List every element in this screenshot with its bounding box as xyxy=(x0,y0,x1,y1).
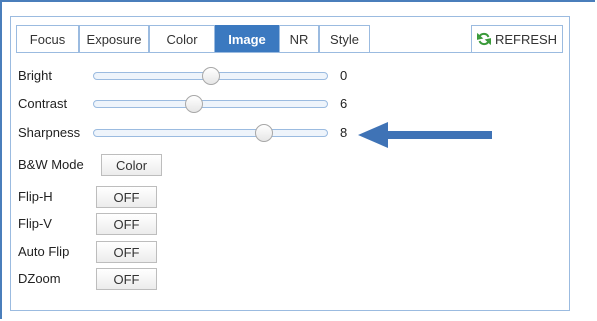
image-settings-panel: Focus Exposure Color Image NR Style REFR… xyxy=(10,16,570,311)
tab-focus[interactable]: Focus xyxy=(16,25,79,52)
refresh-label: REFRESH xyxy=(494,31,558,47)
contrast-label: Contrast xyxy=(18,96,68,111)
sharpness-value: 8 xyxy=(340,125,348,140)
flip-v-label: Flip-V xyxy=(18,216,52,231)
bright-label: Bright xyxy=(18,68,52,83)
tab-bar: Focus Exposure Color Image NR Style REFR… xyxy=(16,25,563,53)
annotation-arrow-icon xyxy=(358,122,492,148)
flip-v-button[interactable]: OFF xyxy=(96,213,157,235)
tab-color[interactable]: Color xyxy=(149,25,215,52)
refresh-button[interactable]: REFRESH xyxy=(471,25,563,52)
dzoom-label: DZoom xyxy=(18,271,61,286)
auto-flip-label: Auto Flip xyxy=(18,244,70,259)
auto-flip-button[interactable]: OFF xyxy=(96,241,157,263)
bw-mode-button[interactable]: Color xyxy=(101,154,162,176)
tab-style[interactable]: Style xyxy=(319,25,370,52)
sharpness-slider-thumb[interactable] xyxy=(255,124,274,142)
bright-slider[interactable] xyxy=(93,67,328,85)
tab-nr[interactable]: NR xyxy=(279,25,319,52)
bw-mode-label: B&W Mode xyxy=(18,157,84,172)
dzoom-button[interactable]: OFF xyxy=(96,268,157,290)
contrast-slider-thumb[interactable] xyxy=(185,95,204,113)
tab-image[interactable]: Image xyxy=(215,25,279,52)
sharpness-slider[interactable] xyxy=(93,124,328,142)
refresh-icon xyxy=(476,32,492,46)
flip-h-button[interactable]: OFF xyxy=(96,186,157,208)
bright-slider-thumb[interactable] xyxy=(201,67,220,85)
tab-exposure[interactable]: Exposure xyxy=(79,25,149,52)
bright-value: 0 xyxy=(340,68,348,83)
sharpness-label: Sharpness xyxy=(18,125,81,140)
contrast-slider[interactable] xyxy=(93,95,328,113)
contrast-value: 6 xyxy=(340,96,348,111)
flip-h-label: Flip-H xyxy=(18,189,53,204)
